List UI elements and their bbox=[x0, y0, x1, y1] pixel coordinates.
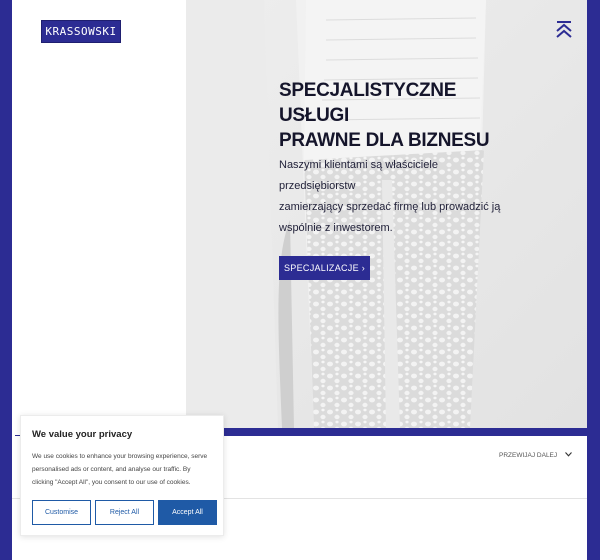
scroll-hint[interactable]: PRZEWIJAJ DALEJ bbox=[499, 452, 573, 459]
accept-all-button[interactable]: Accept All bbox=[158, 500, 217, 525]
menu-collapse-icon[interactable] bbox=[555, 20, 573, 40]
brand-logo[interactable]: KRASSOWSKI bbox=[41, 20, 121, 43]
cookie-text-line2: personalised ads or content, and analyse… bbox=[32, 466, 191, 473]
hero-lead-line3: wspólnie z inwestorem. bbox=[279, 222, 393, 234]
hero-lead: Naszymi klientami są właściciele przedsi… bbox=[279, 155, 509, 239]
scroll-hint-label: PRZEWIJAJ DALEJ bbox=[499, 452, 558, 459]
hero-accent-bar bbox=[186, 428, 587, 436]
hero-lead-line2: zamierzający sprzedać firmę lub prowadzi… bbox=[279, 201, 501, 213]
cookie-description: We use cookies to enhance your browsing … bbox=[32, 450, 212, 489]
left-frame-bar bbox=[0, 0, 12, 560]
cookie-text-line1: We use cookies to enhance your browsing … bbox=[32, 453, 208, 460]
hero-headline: SPECJALISTYCZNE USŁUGI PRAWNE DLA BIZNES… bbox=[279, 78, 519, 153]
hero-headline-line2: PRAWNE DLA BIZNESU bbox=[279, 130, 490, 151]
chevron-down-icon bbox=[565, 452, 573, 459]
cookie-consent-banner: We value your privacy We use cookies to … bbox=[20, 415, 224, 536]
cookie-title: We value your privacy bbox=[32, 429, 133, 440]
right-frame-bar bbox=[587, 0, 600, 560]
hero-lead-line1: Naszymi klientami są właściciele przedsi… bbox=[279, 159, 438, 192]
customise-button[interactable]: Customise bbox=[32, 500, 91, 525]
reject-all-button[interactable]: Reject All bbox=[95, 500, 154, 525]
specializations-button[interactable]: SPECJALIZACJE › bbox=[279, 256, 370, 280]
hero-headline-line1: SPECJALISTYCZNE USŁUGI bbox=[279, 80, 457, 126]
cookie-text-line3: clicking "Accept All", you consent to ou… bbox=[32, 479, 191, 486]
cookie-button-row: Customise Reject All Accept All bbox=[32, 500, 217, 525]
